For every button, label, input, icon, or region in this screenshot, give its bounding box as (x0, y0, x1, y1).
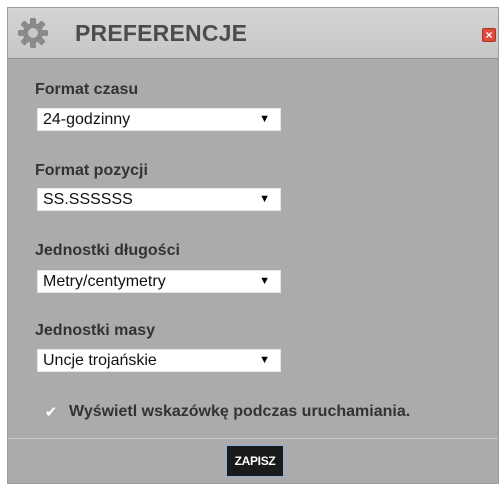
mass-units-label: Jednostki masy (35, 322, 156, 339)
dropdown-arrow-icon: ▼ (259, 354, 270, 366)
dialog-titlebar: PREFERENCJE × (8, 8, 498, 59)
dropdown-arrow-icon: ▼ (259, 275, 270, 287)
length-units-value: Metry/centymetry (43, 273, 166, 290)
time-format-label: Format czasu (35, 81, 139, 98)
startup-tip-label: Wyświetl wskazówkę podczas uruchamiania. (69, 403, 411, 420)
dropdown-arrow-icon: ▼ (259, 113, 270, 125)
position-format-select[interactable]: SS.SSSSSS ▼ (37, 188, 281, 211)
startup-tip-checkbox[interactable]: ✔ (43, 405, 59, 421)
time-format-value: 24-godzinny (43, 111, 131, 128)
preferences-dialog: PREFERENCJE × Format czasu 24-godzinny ▼… (7, 7, 499, 484)
footer-divider (8, 438, 498, 439)
time-format-select[interactable]: 24-godzinny ▼ (37, 108, 281, 131)
dropdown-arrow-icon: ▼ (259, 193, 270, 205)
length-units-label: Jednostki długości (35, 242, 180, 259)
length-units-select[interactable]: Metry/centymetry ▼ (37, 270, 281, 293)
save-button[interactable]: ZAPISZ (226, 445, 284, 477)
mass-units-select[interactable]: Uncje trojańskie ▼ (37, 349, 281, 372)
dialog-title: PREFERENCJE (75, 20, 248, 46)
position-format-value: SS.SSSSSS (43, 191, 133, 208)
gear-icon (18, 18, 48, 48)
mass-units-value: Uncje trojańskie (43, 352, 157, 369)
position-format-label: Format pozycji (35, 162, 148, 179)
close-icon[interactable]: × (482, 28, 496, 42)
